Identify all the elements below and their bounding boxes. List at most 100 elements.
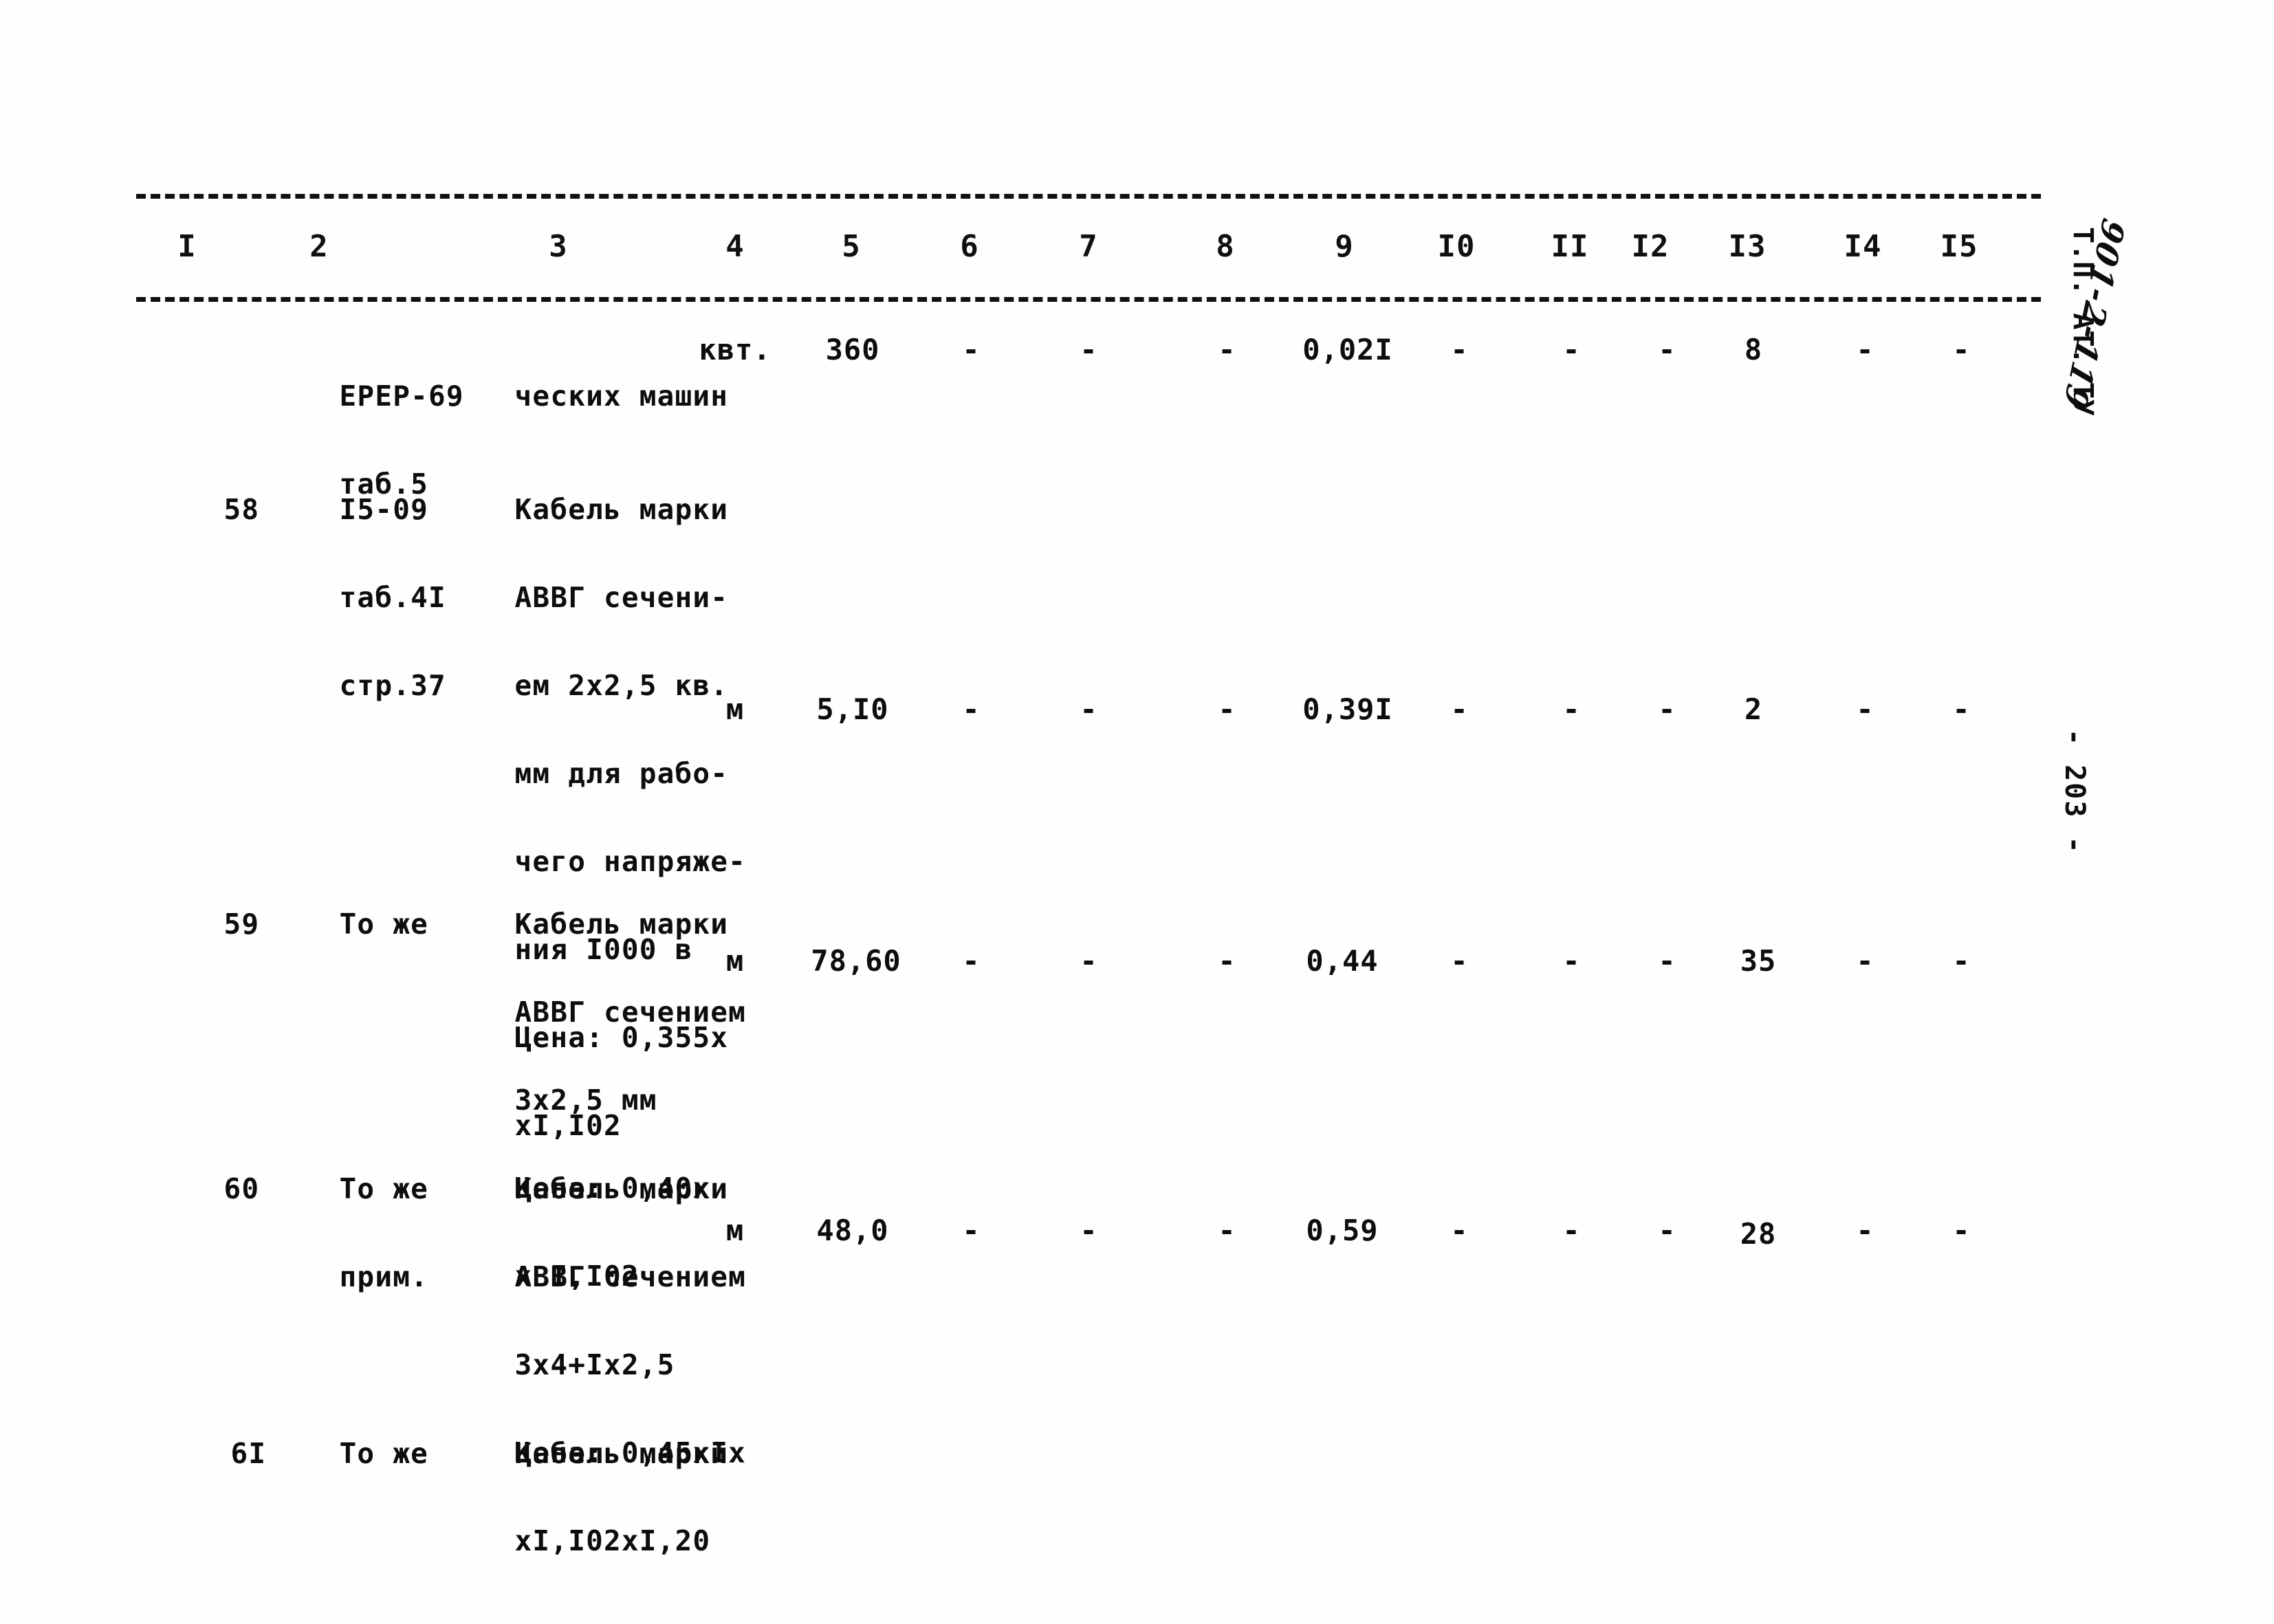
cell-col9: 0,39I (1302, 692, 1393, 726)
cell-col13: 28 (1740, 1217, 1777, 1251)
cell-col14: - (1856, 692, 1874, 726)
cell-col3-line5: хI,I02хI,20 (514, 1524, 711, 1557)
cell-col2-line2: прим. (339, 1260, 428, 1293)
column-header-10: I0 (1437, 229, 1476, 264)
cell-col5: 78,60 (811, 944, 901, 978)
cell-col2-line1: То же (339, 908, 428, 941)
cell-col11: - (1562, 944, 1580, 978)
cell-col4: м (725, 692, 745, 726)
cell-col15: - (1952, 692, 1970, 726)
cell-col9: 0,59 (1306, 1214, 1379, 1247)
cell-col3: Кабель марки (444, 1387, 728, 1519)
cell-col7: - (1080, 333, 1097, 366)
cell-col7: - (1080, 692, 1097, 726)
cell-col15: - (1952, 944, 1970, 978)
cell-col2: То же прим. (268, 1123, 428, 1343)
document-page: I 2 3 4 5 6 7 8 9 I0 II I2 I3 I4 I5 ЕРЕР… (0, 0, 2274, 1624)
table-header-bottom-rule (136, 297, 2041, 302)
column-header-15: I5 (1940, 229, 1978, 264)
cell-col3-line3: ем 2х2,5 кв. (514, 669, 729, 702)
column-header-11: II (1551, 229, 1589, 264)
cell-col3-line2: АВВГ сечени- (514, 581, 729, 614)
cell-col10: - (1450, 692, 1468, 726)
cell-col15: - (1952, 1214, 1970, 1247)
cell-col12: - (1658, 944, 1676, 978)
cell-col13: 35 (1740, 944, 1777, 978)
cell-col6: - (962, 944, 980, 978)
cell-col1: 6I (160, 1387, 266, 1519)
cell-col1: 59 (153, 858, 259, 990)
cell-col4: м (725, 1214, 745, 1247)
cell-col3-line1: Кабель марки (514, 493, 729, 526)
column-header-12: I2 (1631, 229, 1670, 264)
page-number: - 203 - (2059, 729, 2090, 855)
row-number: 6I (230, 1437, 267, 1470)
cell-col8: - (1218, 333, 1236, 366)
column-header-3: 3 (549, 229, 568, 264)
column-header-9: 9 (1335, 229, 1354, 264)
cell-col12: - (1658, 692, 1676, 726)
cell-col9: 0,02I (1302, 333, 1393, 366)
cell-col5: 360 (825, 333, 880, 366)
cell-col6: - (962, 692, 980, 726)
cell-col10: - (1450, 333, 1468, 366)
cell-col6: - (962, 1214, 980, 1247)
cell-col8: - (1218, 944, 1236, 978)
cell-col7: - (1080, 1214, 1097, 1247)
cell-col2-line1: I5-09 (339, 493, 428, 526)
column-header-13: I3 (1728, 229, 1767, 264)
cell-col2: То же (268, 858, 428, 990)
cell-col11: - (1562, 333, 1580, 366)
column-header-7: 7 (1079, 229, 1098, 264)
cell-col3-line1: Кабель марки (514, 1437, 729, 1470)
cell-col11: - (1562, 692, 1580, 726)
cell-col10: - (1450, 944, 1468, 978)
cell-col2-line1: То же (339, 1172, 428, 1205)
cell-col10: - (1450, 1214, 1468, 1247)
column-header-14: I4 (1844, 229, 1882, 264)
cell-col6: - (962, 333, 980, 366)
cell-col2-line1: То же (339, 1437, 428, 1470)
cell-col11: - (1562, 1214, 1580, 1247)
column-header-1: I (177, 229, 197, 264)
cell-col5: 5,I0 (816, 692, 889, 726)
cell-col9: 0,44 (1306, 944, 1379, 978)
cell-col2: I5-09 таб.4I стр.37 (268, 443, 446, 751)
cell-col3-line3: 3х2,5 мм (514, 1084, 657, 1117)
cell-col3-line1: ческих машин (514, 380, 729, 413)
cell-col8: - (1218, 1214, 1236, 1247)
cell-col1: 58 (153, 443, 259, 575)
cell-col3-line1: Кабель марки (514, 908, 729, 941)
cell-col3-line1: Кабель марки (514, 1172, 729, 1205)
cell-col2-line2: таб.4I (339, 581, 446, 614)
cell-col7: - (1080, 944, 1097, 978)
cell-col13: 8 (1744, 333, 1763, 366)
column-header-5: 5 (842, 229, 861, 264)
row-number: 60 (223, 1172, 260, 1205)
cell-col12: - (1658, 1214, 1676, 1247)
cell-col15: - (1952, 333, 1970, 366)
cell-col4: м (725, 944, 745, 978)
cell-col3-line2: АВВГ сечением (514, 1260, 747, 1293)
column-header-4: 4 (725, 229, 745, 264)
cell-col3-line4: мм для рабо- (514, 757, 729, 790)
cell-col14: - (1856, 1214, 1874, 1247)
cell-col3-line2: АВВГ сечением (514, 996, 747, 1029)
cell-col2: То же (268, 1387, 428, 1519)
cell-col1: 60 (153, 1123, 259, 1255)
cell-col3-line3: 3х4+Iх2,5 (514, 1348, 675, 1381)
column-header-6: 6 (960, 229, 979, 264)
row-number: 58 (223, 493, 260, 526)
row-number: 59 (223, 908, 260, 941)
cell-col3: Кабель марки АВВГ сечением 3х4+Iх2,5 Цен… (444, 1123, 746, 1607)
table-top-rule (136, 194, 2041, 199)
cell-col2-line3: стр.37 (339, 669, 446, 702)
column-header-8: 8 (1216, 229, 1235, 264)
cell-col13: 2 (1744, 692, 1763, 726)
cell-col14: - (1856, 944, 1874, 978)
cell-col5: 48,0 (816, 1214, 889, 1247)
cell-col4: квт. (699, 333, 772, 366)
cell-col3: ческих машин (444, 330, 728, 462)
cell-col12: - (1658, 333, 1676, 366)
column-header-2: 2 (309, 229, 329, 264)
